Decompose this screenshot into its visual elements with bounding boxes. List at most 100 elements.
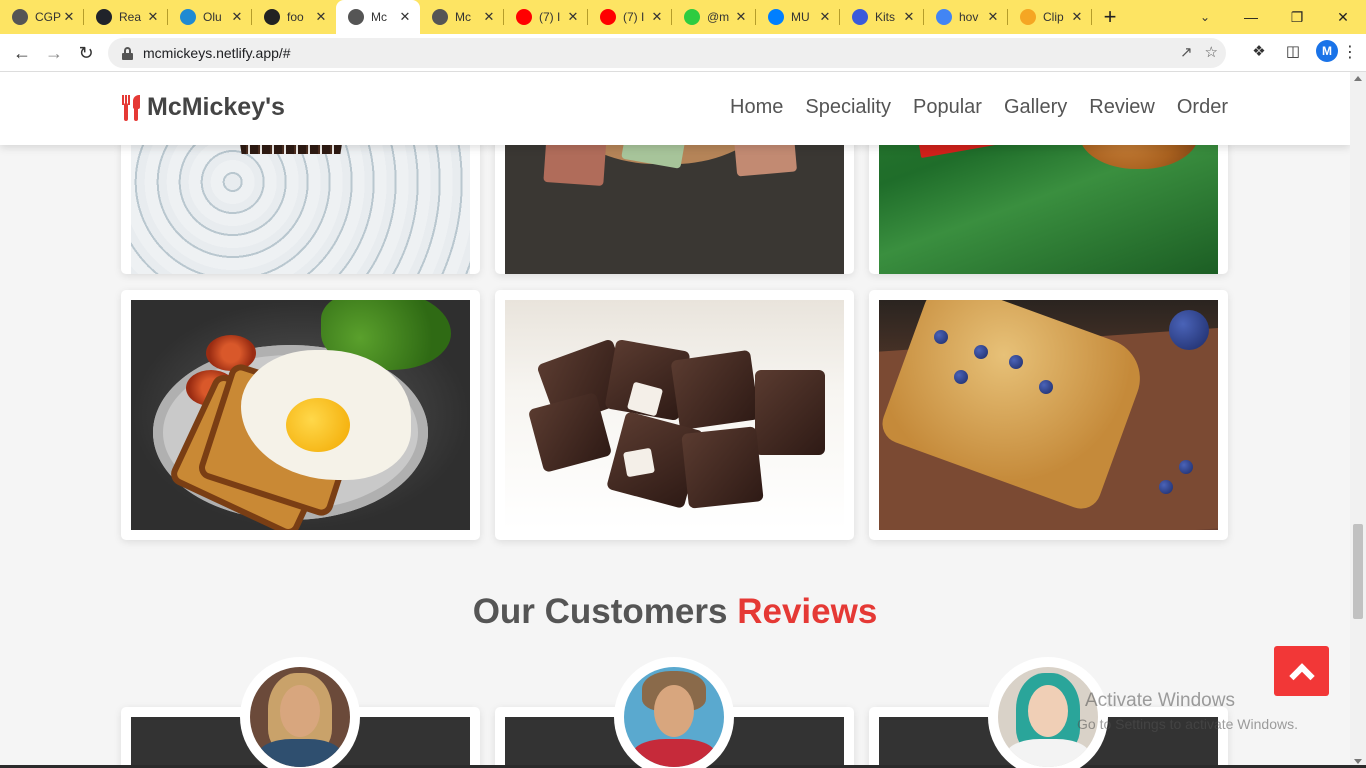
flag-icon — [852, 9, 868, 25]
tab-title: (7) I — [623, 10, 645, 24]
browser-menu-icon[interactable]: ⋮ — [1342, 42, 1358, 62]
bookmark-star-icon[interactable]: ☆ — [1205, 43, 1218, 61]
scroll-up-arrow-icon[interactable] — [1354, 76, 1362, 81]
globe-icon — [432, 9, 448, 25]
forward-button[interactable]: → — [40, 39, 68, 67]
mui-icon — [768, 9, 784, 25]
tab-title: foo — [287, 10, 304, 24]
tab-title: Mc — [455, 10, 471, 24]
nav-link-review[interactable]: Review — [1089, 96, 1155, 119]
tab-title: @m — [707, 10, 730, 24]
activate-windows-title: Activate Windows — [1085, 690, 1235, 711]
reload-button[interactable]: ↻ — [72, 39, 100, 67]
site-logo[interactable]: McMickey's — [120, 93, 285, 122]
lock-icon[interactable] — [122, 46, 133, 60]
side-panel-icon[interactable]: ◫ — [1282, 40, 1304, 62]
scroll-to-top-button[interactable] — [1274, 646, 1329, 696]
address-url[interactable]: mcmickeys.netlify.app/# — [143, 45, 291, 61]
close-icon[interactable]: ✕ — [734, 9, 748, 25]
minimize-button[interactable]: — — [1228, 0, 1274, 34]
close-icon[interactable]: ✕ — [818, 9, 832, 25]
reviewer-avatar-1 — [240, 657, 360, 768]
tab-title: hov — [959, 10, 979, 24]
close-icon[interactable]: ✕ — [986, 9, 1000, 25]
browser-tab[interactable]: Olu ✕ — [168, 0, 252, 34]
browser-tab[interactable]: (7) I ✕ — [588, 0, 672, 34]
reviews-section-title: Our Customers Reviews — [0, 592, 1350, 632]
page-scrollbar[interactable] — [1350, 72, 1366, 768]
youtube-icon — [516, 9, 532, 25]
browser-tab[interactable]: Mc ✕ — [336, 0, 420, 34]
browser-tab[interactable]: Rea ✕ — [84, 0, 168, 34]
nav-link-home[interactable]: Home — [730, 96, 783, 119]
tab-strip: CGP ✕ Rea ✕ Olu ✕ foo ✕ Mc ✕ Mc ✕ (7) I ✕ (7) I ✕ @m ✕ MU ✕… — [0, 0, 1366, 34]
site-header: McMickey's Home Speciality Popular Galle… — [0, 72, 1350, 145]
gallery-card-chocolate-bites[interactable] — [495, 290, 854, 540]
asterisk-icon — [684, 9, 700, 25]
browser-toolbar: ← → ↻ mcmickeys.netlify.app/# ↗ ☆ ❖ ◫ M … — [0, 34, 1366, 72]
close-icon[interactable]: ✕ — [62, 9, 76, 25]
close-icon[interactable]: ✕ — [1070, 9, 1084, 25]
new-tab-button[interactable]: + — [1092, 0, 1128, 34]
close-icon[interactable]: ✕ — [398, 9, 412, 25]
restore-button[interactable]: ❐ — [1274, 0, 1320, 34]
browser-tab[interactable]: foo ✕ — [252, 0, 336, 34]
nav-link-popular[interactable]: Popular — [913, 96, 982, 119]
window-controls: — ❐ ✕ — [1228, 0, 1366, 34]
tab-title: Mc — [371, 10, 387, 24]
browser-tab[interactable]: CGP ✕ — [0, 0, 84, 34]
vscode-icon — [180, 9, 196, 25]
close-icon[interactable]: ✕ — [230, 9, 244, 25]
main-nav: Home Speciality Popular Gallery Review O… — [730, 96, 1228, 119]
utensils-icon — [120, 94, 142, 121]
share-icon[interactable]: ↗ — [1180, 43, 1193, 61]
tab-title: Clip — [1043, 10, 1064, 24]
gallery-card-blueberry-bread[interactable] — [869, 290, 1228, 540]
profile-avatar[interactable]: M — [1316, 40, 1338, 62]
tab-title: MU — [791, 10, 810, 24]
browser-tab[interactable]: MU ✕ — [756, 0, 840, 34]
tab-title: Kits — [875, 10, 896, 24]
activate-windows-subtitle: Go to Settings to activate Windows. — [1077, 716, 1298, 732]
reviews-title-accent: Reviews — [737, 592, 878, 631]
globe-icon — [348, 9, 364, 25]
clipchamp-icon — [1020, 9, 1036, 25]
browser-tab[interactable]: @m ✕ — [672, 0, 756, 34]
browser-tab[interactable]: (7) I ✕ — [504, 0, 588, 34]
close-icon[interactable]: ✕ — [902, 9, 916, 25]
close-icon[interactable]: ✕ — [482, 9, 496, 25]
scrollbar-thumb[interactable] — [1353, 524, 1363, 619]
youtube-icon — [600, 9, 616, 25]
close-icon[interactable]: ✕ — [566, 9, 580, 25]
close-window-button[interactable]: ✕ — [1320, 0, 1366, 34]
tab-title: (7) I — [539, 10, 561, 24]
tab-search-icon[interactable]: ⌄ — [1190, 0, 1220, 34]
page-viewport: McMickey's Home Speciality Popular Galle… — [0, 72, 1350, 768]
google-icon — [936, 9, 952, 25]
tab-title: CGP — [35, 10, 61, 24]
address-bar[interactable]: mcmickeys.netlify.app/# ↗ ☆ — [108, 38, 1226, 68]
browser-tab[interactable]: hov ✕ — [924, 0, 1008, 34]
browser-tab[interactable]: Clip ✕ — [1008, 0, 1092, 34]
globe-icon — [12, 9, 28, 25]
nav-link-speciality[interactable]: Speciality — [805, 96, 891, 119]
gallery-image-chocolate-bites — [505, 300, 844, 530]
chevron-up-icon — [1288, 663, 1315, 689]
tab-list: CGP ✕ Rea ✕ Olu ✕ foo ✕ Mc ✕ Mc ✕ (7) I ✕ (7) I ✕ @m ✕ MU ✕… — [0, 0, 1092, 34]
browser-tab[interactable]: Kits ✕ — [840, 0, 924, 34]
scroll-down-arrow-icon[interactable] — [1354, 759, 1362, 764]
close-icon[interactable]: ✕ — [314, 9, 328, 25]
browser-tab[interactable]: Mc ✕ — [420, 0, 504, 34]
gallery-image-egg-toast — [131, 300, 470, 530]
reviewer-avatar-2 — [614, 657, 734, 768]
close-icon[interactable]: ✕ — [146, 9, 160, 25]
tab-title: Olu — [203, 10, 222, 24]
nav-link-gallery[interactable]: Gallery — [1004, 96, 1067, 119]
back-button[interactable]: ← — [8, 39, 36, 67]
close-icon[interactable]: ✕ — [650, 9, 664, 25]
extensions-puzzle-icon[interactable]: ❖ — [1248, 40, 1270, 62]
gallery-card-egg-toast[interactable] — [121, 290, 480, 540]
nav-link-order[interactable]: Order — [1177, 96, 1228, 119]
tab-title: Rea — [119, 10, 142, 24]
brand-name: McMickey's — [147, 93, 285, 121]
